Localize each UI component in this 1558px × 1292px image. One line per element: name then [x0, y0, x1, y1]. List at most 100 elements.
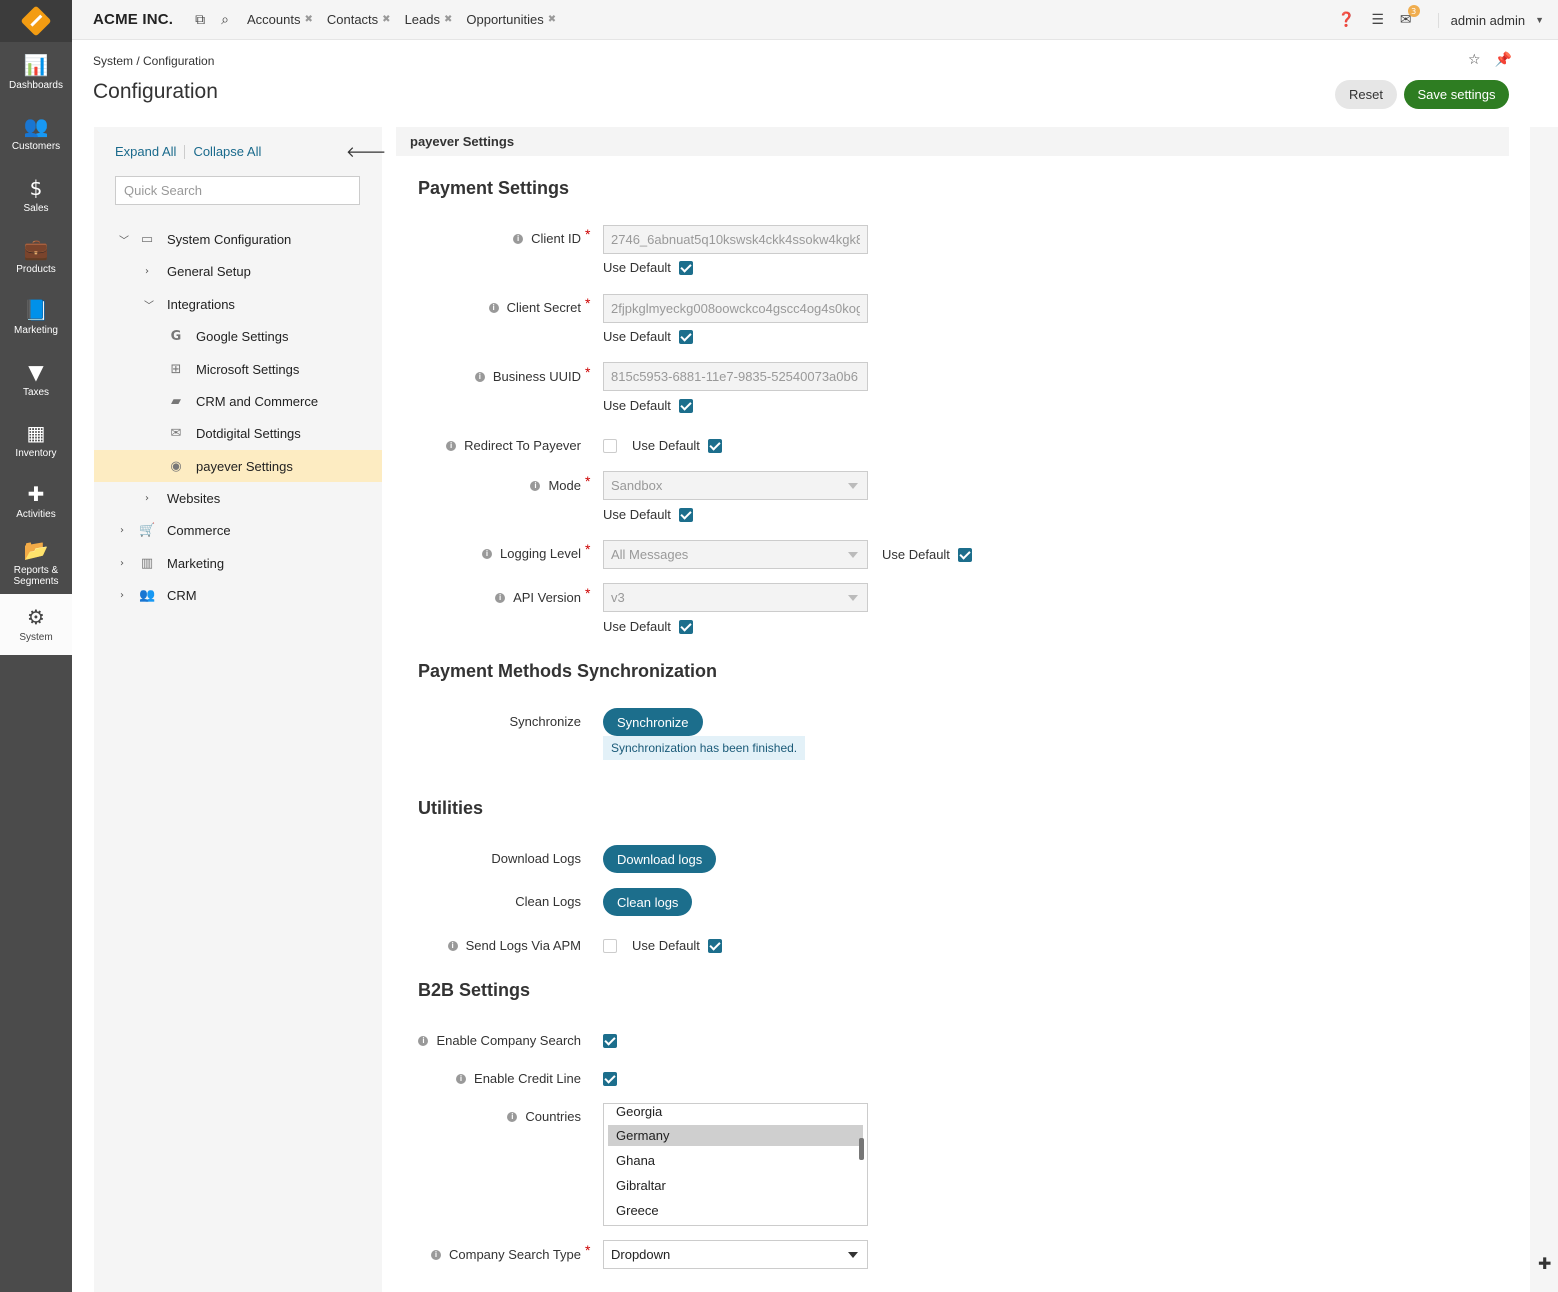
chevron-down-icon[interactable]: ﹀	[119, 232, 129, 247]
checkbox-checked[interactable]	[678, 329, 693, 344]
tree-item-google-settings[interactable]: G Google Settings	[94, 320, 382, 352]
tree-item-integrations[interactable]: ﹀ Integrations	[94, 288, 382, 320]
tree-item-general-setup[interactable]: › General Setup	[94, 255, 382, 287]
user-menu[interactable]: admin admin	[1437, 12, 1525, 28]
chevron-right-icon[interactable]: ›	[120, 558, 124, 569]
info-icon[interactable]: i	[447, 940, 458, 951]
company-search-checkbox[interactable]	[603, 1034, 617, 1048]
pinned-tab-contacts[interactable]: Contacts ✖	[327, 12, 391, 27]
nav-item-taxes[interactable]: ▼ Taxes	[0, 348, 72, 409]
client-secret-input[interactable]	[603, 294, 868, 323]
quick-search-input[interactable]	[115, 176, 360, 205]
scrollbar-thumb[interactable]	[859, 1138, 864, 1160]
checkbox-checked[interactable]	[957, 547, 972, 562]
download-logs-button[interactable]: Download logs	[603, 845, 717, 873]
plus-icon[interactable]: ✚	[1538, 1254, 1551, 1273]
chevron-right-icon[interactable]: ›	[145, 266, 149, 277]
company-search-type-select[interactable]: Dropdown	[603, 1240, 868, 1269]
history-icon[interactable]: ⧉	[195, 12, 205, 28]
clean-logs-button[interactable]: Clean logs	[603, 888, 693, 916]
close-icon[interactable]: ✖	[444, 14, 452, 25]
nav-item-marketing[interactable]: 📘 Marketing	[0, 287, 72, 348]
checkbox-checked[interactable]	[678, 619, 693, 634]
help-icon[interactable]: ❓	[1338, 12, 1355, 28]
checkbox-checked[interactable]	[678, 507, 693, 522]
checkbox-checked[interactable]	[678, 398, 693, 413]
chevron-right-icon[interactable]: ›	[145, 493, 149, 504]
nav-item-dashboards[interactable]: 📊 Dashboards	[0, 42, 72, 103]
country-option-selected[interactable]: Germany	[608, 1125, 863, 1146]
pinned-tab-opportunities[interactable]: Opportunities ✖	[466, 12, 556, 27]
api-version-select[interactable]: v3	[603, 583, 868, 612]
tree-item-system-configuration[interactable]: ﹀ ▭ System Configuration	[94, 223, 382, 255]
redirect-use-default[interactable]: Use Default	[632, 438, 722, 453]
brand-name[interactable]: ACME INC.	[93, 11, 173, 28]
business-uuid-use-default[interactable]: Use Default	[603, 398, 693, 413]
tree-item-crm[interactable]: › 👥 CRM	[94, 579, 382, 611]
info-icon[interactable]: i	[507, 1111, 518, 1122]
country-option[interactable]: Greece	[608, 1200, 863, 1221]
nav-item-reports-segments[interactable]: 📂 Reports & Segments	[0, 532, 72, 593]
nav-item-sales[interactable]: $ Sales	[0, 165, 72, 226]
tree-item-commerce[interactable]: › 🛒 Commerce	[94, 514, 382, 546]
logging-level-use-default[interactable]: Use Default	[882, 547, 972, 562]
info-icon[interactable]: i	[482, 548, 493, 559]
nav-item-inventory[interactable]: ▦ Inventory	[0, 410, 72, 471]
star-icon[interactable]: ☆	[1468, 52, 1481, 68]
client-id-input[interactable]	[603, 225, 868, 254]
menu-icon[interactable]: ☰	[1371, 12, 1384, 28]
nav-item-activities[interactable]: ✚ Activities	[0, 471, 72, 532]
close-icon[interactable]: ✖	[382, 14, 390, 25]
nav-item-customers[interactable]: 👥 Customers	[0, 103, 72, 164]
info-icon[interactable]: i	[446, 440, 457, 451]
checkbox-checked[interactable]	[678, 260, 693, 275]
chevron-right-icon[interactable]: ›	[120, 590, 124, 601]
info-icon[interactable]: i	[418, 1035, 429, 1046]
info-icon[interactable]: i	[474, 371, 485, 382]
send-logs-checkbox[interactable]	[603, 939, 617, 953]
client-secret-use-default[interactable]: Use Default	[603, 329, 693, 344]
info-icon[interactable]: i	[530, 480, 541, 491]
info-icon[interactable]: i	[513, 233, 524, 244]
tree-item-marketing[interactable]: › ▥ Marketing	[94, 547, 382, 579]
info-icon[interactable]: i	[488, 302, 499, 313]
pinned-tab-leads[interactable]: Leads ✖	[405, 12, 453, 27]
mode-select[interactable]: Sandbox	[603, 471, 868, 500]
nav-item-products[interactable]: 💼 Products	[0, 226, 72, 287]
nav-item-system[interactable]: ⚙ System	[0, 593, 72, 655]
info-icon[interactable]: i	[495, 592, 506, 603]
info-icon[interactable]: i	[431, 1249, 441, 1260]
api-version-use-default[interactable]: Use Default	[603, 619, 693, 634]
client-id-use-default[interactable]: Use Default	[603, 260, 693, 275]
tree-item-microsoft-settings[interactable]: ⊞ Microsoft Settings	[94, 353, 382, 385]
tree-item-websites[interactable]: › Websites	[94, 482, 382, 514]
close-icon[interactable]: ✖	[548, 14, 556, 25]
tree-item-crm-and-commerce[interactable]: ▰ CRM and Commerce	[94, 385, 382, 417]
redirect-checkbox[interactable]	[603, 439, 617, 453]
country-option[interactable]: Gibraltar	[608, 1175, 863, 1196]
search-icon[interactable]: ⌕	[221, 12, 229, 28]
chevron-down-icon[interactable]: ﹀	[144, 297, 154, 312]
mail-icon[interactable]: ✉ 3	[1400, 5, 1420, 28]
checkbox-checked[interactable]	[707, 938, 722, 953]
chevron-right-icon[interactable]: ›	[120, 525, 124, 536]
pinned-tab-accounts[interactable]: Accounts ✖	[247, 12, 313, 27]
close-icon[interactable]: ✖	[304, 14, 312, 25]
tree-item-dotdigital-settings[interactable]: ✉ Dotdigital Settings	[94, 417, 382, 449]
tree-item-payever-settings[interactable]: ◉ payever Settings	[94, 450, 382, 482]
arrow-left-icon[interactable]: 🡐	[346, 142, 386, 161]
countries-listbox[interactable]: Georgia Germany Ghana Gibraltar Greece	[603, 1103, 868, 1226]
country-option[interactable]: Ghana	[608, 1150, 863, 1171]
logging-level-select[interactable]: All Messages	[603, 540, 868, 569]
business-uuid-input[interactable]	[603, 362, 868, 391]
expand-all-link[interactable]: Expand All	[115, 144, 176, 159]
synchronize-button[interactable]: Synchronize	[603, 708, 703, 736]
pin-icon[interactable]: 📌	[1495, 52, 1512, 68]
app-logo[interactable]	[0, 0, 72, 42]
country-option[interactable]: Georgia	[608, 1104, 863, 1122]
reset-button[interactable]: Reset	[1335, 80, 1397, 109]
save-settings-button[interactable]: Save settings	[1404, 80, 1509, 109]
collapse-all-link[interactable]: Collapse All	[193, 144, 261, 159]
chevron-down-icon[interactable]: ▼	[1535, 15, 1544, 25]
mode-use-default[interactable]: Use Default	[603, 507, 693, 522]
